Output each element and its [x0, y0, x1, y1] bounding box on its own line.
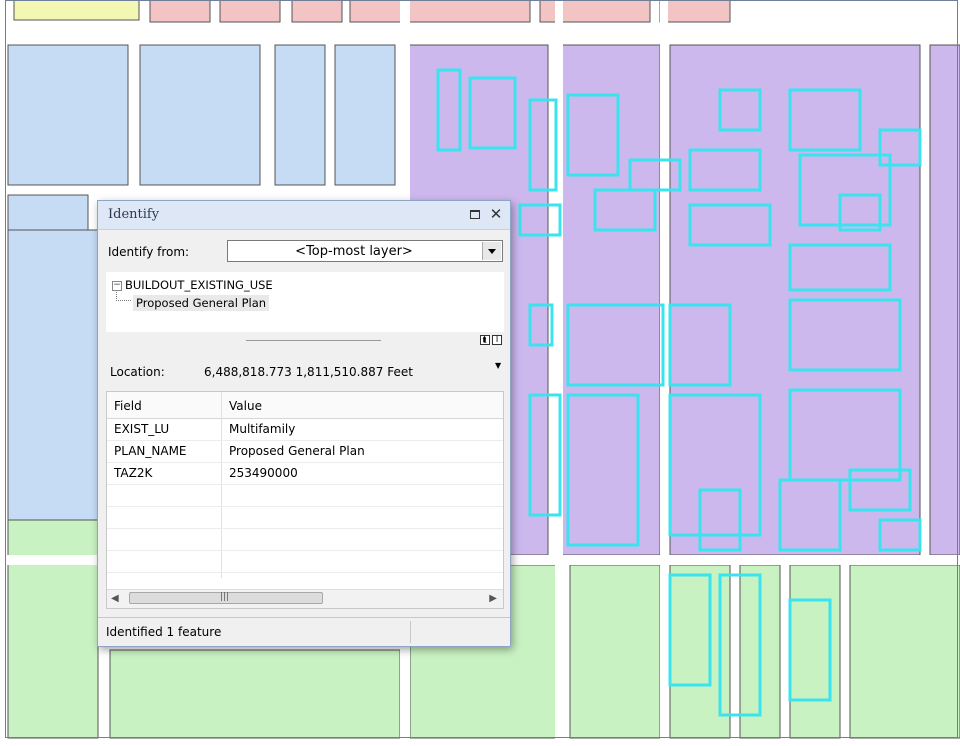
- window-title: Identify: [108, 207, 160, 222]
- horizontal-scrollbar[interactable]: ◀ ||| ▶: [107, 589, 503, 608]
- grip-icon: |||: [220, 592, 230, 602]
- location-label: Location:: [110, 365, 165, 379]
- parcel[interactable]: [929, 44, 960, 556]
- parcel[interactable]: [7, 229, 99, 521]
- identify-titlebar[interactable]: Identify ✕: [98, 201, 510, 230]
- restore-window-icon[interactable]: [466, 205, 484, 223]
- results-tree[interactable]: − BUILDOUT_EXISTING_USE Proposed General …: [106, 272, 504, 332]
- scroll-left-icon[interactable]: ◀: [111, 593, 119, 604]
- dropdown-button[interactable]: [482, 242, 501, 260]
- tree-feature-node[interactable]: Proposed General Plan: [133, 295, 270, 311]
- collapse-icon[interactable]: −: [112, 280, 122, 291]
- parcel[interactable]: [659, 0, 731, 23]
- status-divider: [410, 621, 411, 643]
- row-field: EXIST_LU: [114, 422, 170, 436]
- parcel[interactable]: [789, 564, 841, 739]
- table-row-empty: [107, 528, 503, 551]
- scroll-right-icon[interactable]: ▶: [489, 593, 497, 604]
- column-header-value[interactable]: Value: [229, 399, 262, 413]
- split-view-icon[interactable]: I: [492, 335, 502, 345]
- row-field: TAZ2K: [114, 466, 153, 480]
- status-text: Identified 1 feature: [106, 625, 222, 639]
- row-value: Proposed General Plan: [229, 444, 365, 458]
- scroll-thumb[interactable]: |||: [129, 592, 323, 604]
- table-row[interactable]: TAZ2K 253490000: [107, 462, 503, 485]
- status-bar: Identified 1 feature: [98, 617, 510, 646]
- tree-connector: [116, 290, 131, 301]
- units-dropdown-icon[interactable]: ▼: [495, 361, 501, 370]
- parcel[interactable]: [849, 564, 960, 739]
- parcel[interactable]: [219, 0, 281, 23]
- close-icon[interactable]: ✕: [487, 205, 505, 223]
- table-row-empty: [107, 506, 503, 529]
- parcel[interactable]: [7, 561, 99, 739]
- street[interactable]: [0, 28, 960, 42]
- table-row[interactable]: EXIST_LU Multifamily: [107, 418, 503, 441]
- parcel[interactable]: [7, 44, 129, 186]
- parcel[interactable]: [149, 0, 211, 23]
- row-value: Multifamily: [229, 422, 296, 436]
- identify-window[interactable]: Identify ✕ Identify from: <Top-most laye…: [97, 200, 511, 647]
- grid-header: Field Value: [107, 392, 503, 419]
- column-header-field[interactable]: Field: [114, 399, 142, 413]
- chevron-down-icon: [488, 249, 496, 254]
- location-value: 6,488,818.773 1,811,510.887 Feet: [204, 365, 413, 379]
- parcel[interactable]: [274, 44, 326, 186]
- parcel[interactable]: [349, 0, 531, 23]
- parcel[interactable]: [139, 44, 261, 186]
- parcel[interactable]: [109, 649, 401, 739]
- parcel[interactable]: [13, 0, 140, 21]
- parcel[interactable]: [334, 44, 396, 186]
- tree-layer-node[interactable]: − BUILDOUT_EXISTING_USE: [112, 278, 273, 292]
- table-row[interactable]: PLAN_NAME Proposed General Plan: [107, 440, 503, 463]
- parcel[interactable]: [559, 44, 661, 556]
- pane-splitter[interactable]: ⮬ I: [106, 333, 504, 347]
- parcel[interactable]: [7, 519, 99, 561]
- attribute-grid[interactable]: Field Value EXIST_LU Multifamily PLAN_NA…: [106, 391, 504, 609]
- splitter-grip: [246, 340, 381, 341]
- identify-from-dropdown[interactable]: <Top-most layer>: [227, 240, 503, 262]
- table-row-empty: [107, 484, 503, 507]
- table-row-empty: [107, 550, 503, 573]
- identify-from-label: Identify from:: [108, 245, 190, 259]
- layer-name: BUILDOUT_EXISTING_USE: [125, 278, 273, 292]
- parcel[interactable]: [569, 564, 661, 739]
- collapse-up-icon[interactable]: ⮬: [480, 335, 490, 345]
- parcel[interactable]: [291, 0, 343, 23]
- row-field: PLAN_NAME: [114, 444, 187, 458]
- row-value: 253490000: [229, 466, 298, 480]
- identify-from-value: <Top-most layer>: [295, 244, 413, 259]
